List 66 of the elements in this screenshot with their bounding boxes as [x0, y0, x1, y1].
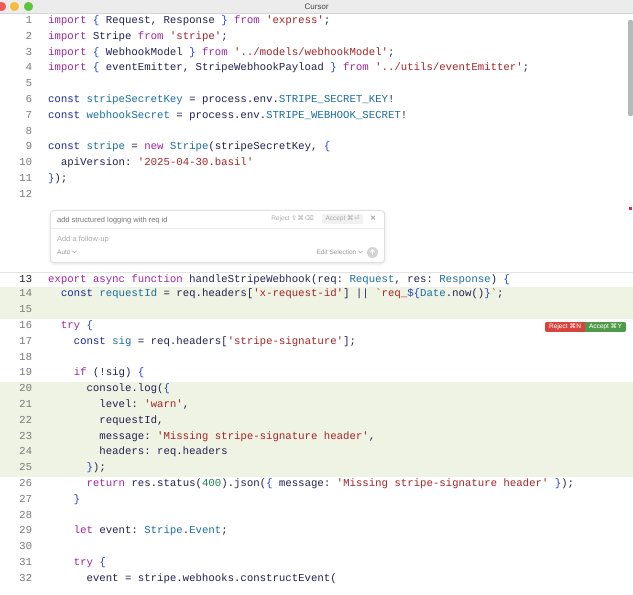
chevron-down-icon — [72, 250, 78, 254]
code-line: headers: req.headers — [98, 445, 228, 460]
line-number: 20 — [18, 382, 32, 398]
send-button[interactable] — [367, 247, 378, 258]
minimize-button[interactable] — [10, 2, 19, 11]
code-line: }); — [85, 461, 106, 476]
code-line: message: 'Missing stripe-signature header', — [98, 430, 376, 445]
code-line: level: 'warn', — [98, 398, 190, 413]
line-number: 14 — [18, 287, 32, 302]
code-line: const stripeSecretKey = process.env.STRIPE_SECRET_KEY! — [48, 92, 394, 108]
code-line: const stripe = new Stripe(stripeSecretKey, { — [48, 140, 330, 156]
line-number: 28 — [18, 508, 32, 524]
line-number: 16 — [18, 318, 32, 334]
scrollbar-thumb[interactable] — [628, 20, 633, 116]
line-number: 18 — [18, 350, 32, 366]
line-number: 9 — [24, 140, 32, 156]
line-number: 31 — [18, 556, 32, 571]
line-number: 12 — [18, 188, 32, 203]
line-number: 27 — [18, 492, 32, 508]
line-number: 11 — [18, 172, 32, 187]
line-number: 13 — [18, 272, 32, 288]
line-number: 17 — [18, 334, 32, 350]
line-number: 6 — [24, 92, 32, 108]
code-line: requestId, — [98, 414, 164, 429]
line-number: 4 — [24, 61, 32, 76]
line-number: 10 — [18, 156, 32, 172]
code-line: import { Request, Response } from 'express'; — [48, 14, 330, 29]
code-line: apiVersion: '2025-04-30.basil' — [60, 156, 254, 172]
code-line: import Stripe from 'stripe'; — [48, 30, 228, 45]
code-line: const webhookSecret = process.env.STRIPE_WEBHOOK_SECRET! — [48, 108, 408, 124]
chevron-down-icon — [358, 250, 363, 254]
code-line: try { — [60, 318, 93, 334]
code-line: const requestId = req.headers['x-request-id'] || `req_${Date.now()}`; — [60, 287, 504, 302]
line-number: 24 — [18, 445, 32, 460]
line-number: 21 — [18, 398, 32, 413]
line-number: 7 — [24, 108, 32, 124]
line-number: 23 — [18, 430, 32, 445]
line-number: 32 — [18, 572, 32, 587]
line-number: 3 — [24, 46, 32, 61]
line-number: 19 — [18, 366, 32, 382]
code-line: if (!sig) { — [72, 366, 144, 382]
line-number: 22 — [18, 414, 32, 429]
line-number: 26 — [18, 476, 32, 492]
code-line: console.log({ — [85, 382, 170, 398]
close-button[interactable]: × — [368, 214, 378, 224]
code-line: return res.status(400).json({ message: 'Missing stripe-signature header' }); — [85, 476, 574, 492]
line-number: 29 — [18, 524, 32, 540]
code-line: import { eventEmitter, StripeWebhookPayload } from '../utils/eventEmitter'; — [48, 61, 530, 76]
code-line: }); — [48, 172, 68, 187]
overview-ruler-marker — [629, 207, 632, 210]
code-line: } — [72, 492, 80, 508]
code-line: try { — [72, 556, 106, 571]
window-title: Cursor — [304, 1, 328, 13]
code-line: export async function handleStripeWebhook(req: Request, res: Response) { — [48, 272, 510, 288]
line-number: 25 — [18, 461, 32, 476]
line-number: 2 — [24, 30, 32, 45]
line-number: 15 — [18, 303, 32, 318]
code-line: import { WebhookModel } from '../models/webhookModel'; — [48, 46, 394, 61]
code-line: const sig = req.headers['stripe-signature']; — [72, 334, 356, 350]
code-line: let event: Stripe.Event; — [72, 524, 228, 540]
line-number: 1 — [24, 14, 32, 29]
zoom-button[interactable] — [24, 2, 33, 11]
line-number: 8 — [24, 124, 32, 140]
line-number: 5 — [24, 77, 32, 92]
line-number: 30 — [18, 540, 32, 556]
code-line: event = stripe.webhooks.constructEvent( — [85, 572, 337, 587]
